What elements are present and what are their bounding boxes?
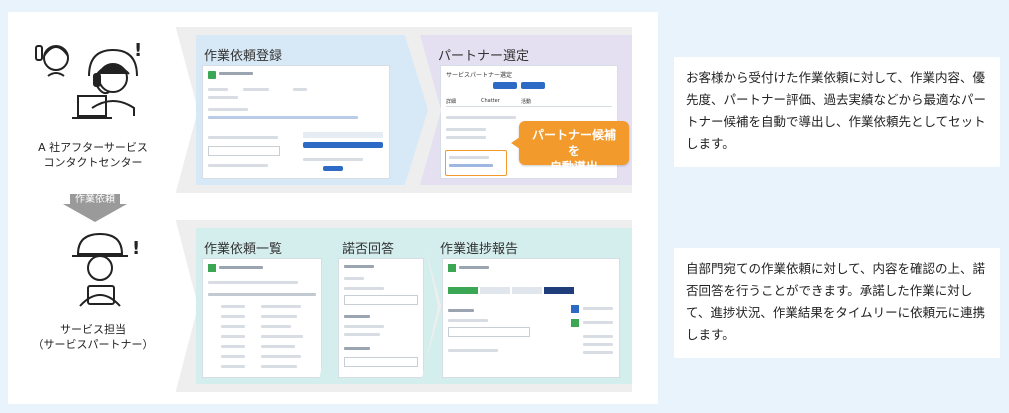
step-progress-report: 作業進捗報告 [420,228,632,384]
worker-helmet-icon: ! [60,228,150,314]
tab-chatter: Chatter [481,98,500,104]
svg-text:!: ! [134,40,142,61]
step-title: 作業依頼登録 [204,49,283,64]
reply-screenshot [338,258,424,378]
callout-pointer [511,137,520,149]
register-screenshot [202,65,390,179]
step-title: 諾否回答 [342,242,395,257]
partner-header: サービスパートナー選定 [446,72,513,79]
progress-screenshot [442,258,620,378]
top-description: お客様から受付けた作業依頼に対して、作業内容、優先度、パートナー評価、過去実績な… [674,57,1000,167]
handoff-label: 作業依頼 [75,194,115,205]
step-work-request-register: 作業依頼登録 [196,35,428,185]
service-partner-label: サービス担当 （サービスパートナー） [32,323,154,351]
step-accept-reply: 諾否回答 [318,228,438,384]
tab-activity: 活動 [521,99,532,105]
operator-headset-icon: ! [34,36,144,132]
contact-center-label: A 社アフターサービス コンタクトセンター [38,141,148,169]
step-title: 作業依頼一覧 [204,242,283,257]
step-title: 作業進捗報告 [440,242,519,257]
bottom-description: 自部門宛ての作業依頼に対して、内容を確認の上、諾否回答を行うことができます。承諾… [674,248,1000,358]
tab-detail: 詳細 [446,99,457,105]
step-work-request-list: 作業依頼一覧 [196,228,336,384]
svg-text:!: ! [132,238,140,259]
step-title: パートナー選定 [438,49,530,64]
list-screenshot [202,258,322,378]
down-arrow-icon [63,204,127,222]
auto-derive-callout: パートナー候補を 自動導出 [519,121,629,174]
